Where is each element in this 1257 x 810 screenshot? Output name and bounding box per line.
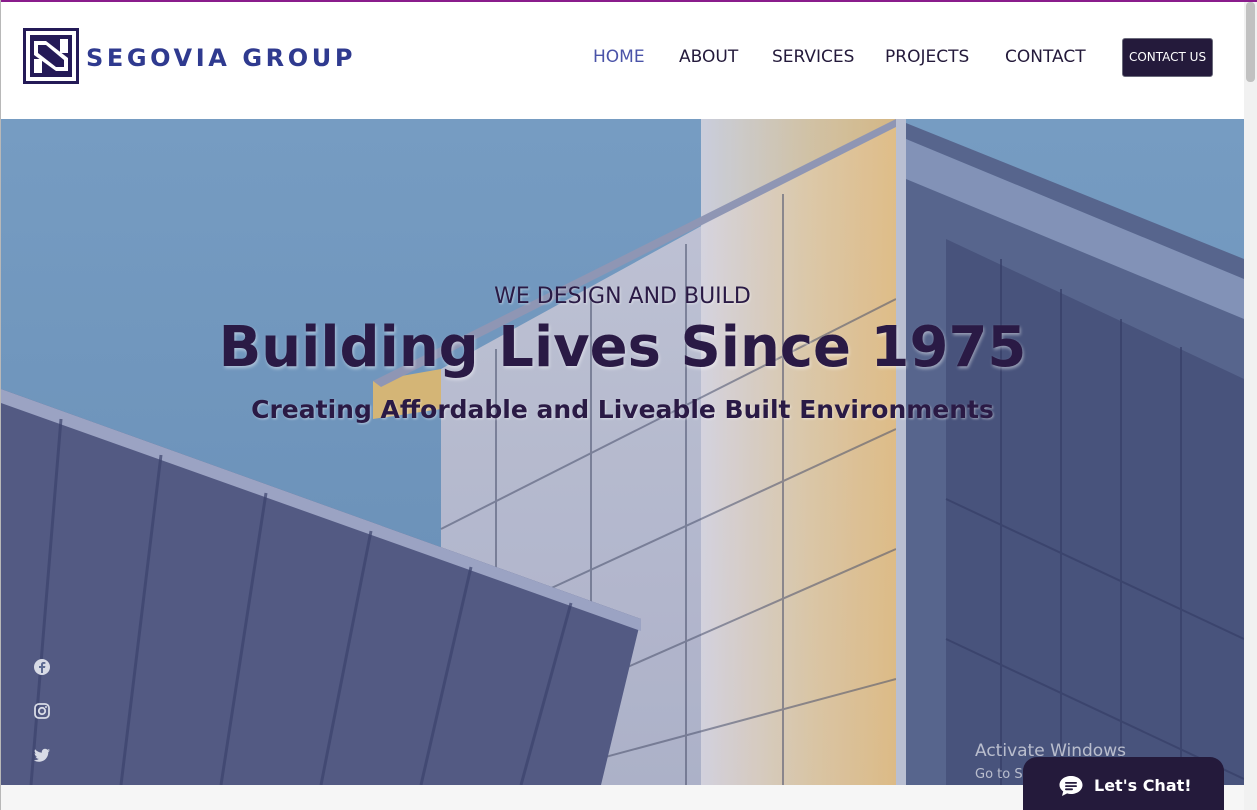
nav-about[interactable]: ABOUT — [679, 47, 738, 67]
window-left-edge — [0, 0, 1, 810]
page-scrollbar[interactable] — [1244, 2, 1257, 810]
chat-widget-button[interactable]: Let's Chat! — [1023, 757, 1224, 810]
nav-home[interactable]: HOME — [593, 47, 645, 67]
nav-services[interactable]: SERVICES — [772, 47, 854, 67]
hero-eyebrow: WE DESIGN AND BUILD — [494, 284, 751, 309]
hero-subtitle: Creating Affordable and Liveable Built E… — [251, 395, 994, 424]
facebook-icon[interactable] — [33, 658, 51, 676]
chat-bubble-icon — [1059, 776, 1083, 796]
logo-mark[interactable] — [23, 28, 79, 84]
contact-us-button[interactable]: CONTACT US — [1122, 38, 1213, 77]
hero-title: Building Lives Since 1975 — [218, 315, 1027, 380]
nav-contact[interactable]: CONTACT — [1005, 47, 1086, 67]
logo-s-icon — [30, 35, 72, 77]
hero-building-image — [1, 119, 1244, 785]
page: SEGOVIA GROUP HOME ABOUT SERVICES PROJEC… — [0, 0, 1257, 810]
scrollbar-thumb[interactable] — [1246, 2, 1255, 82]
twitter-icon[interactable] — [33, 746, 51, 764]
nav-projects[interactable]: PROJECTS — [885, 47, 969, 67]
hero-section: WE DESIGN AND BUILD Building Lives Since… — [1, 119, 1244, 785]
site-header: SEGOVIA GROUP HOME ABOUT SERVICES PROJEC… — [1, 2, 1244, 119]
brand-name[interactable]: SEGOVIA GROUP — [86, 44, 356, 72]
instagram-icon[interactable] — [33, 702, 51, 720]
chat-label: Let's Chat! — [1094, 776, 1192, 795]
